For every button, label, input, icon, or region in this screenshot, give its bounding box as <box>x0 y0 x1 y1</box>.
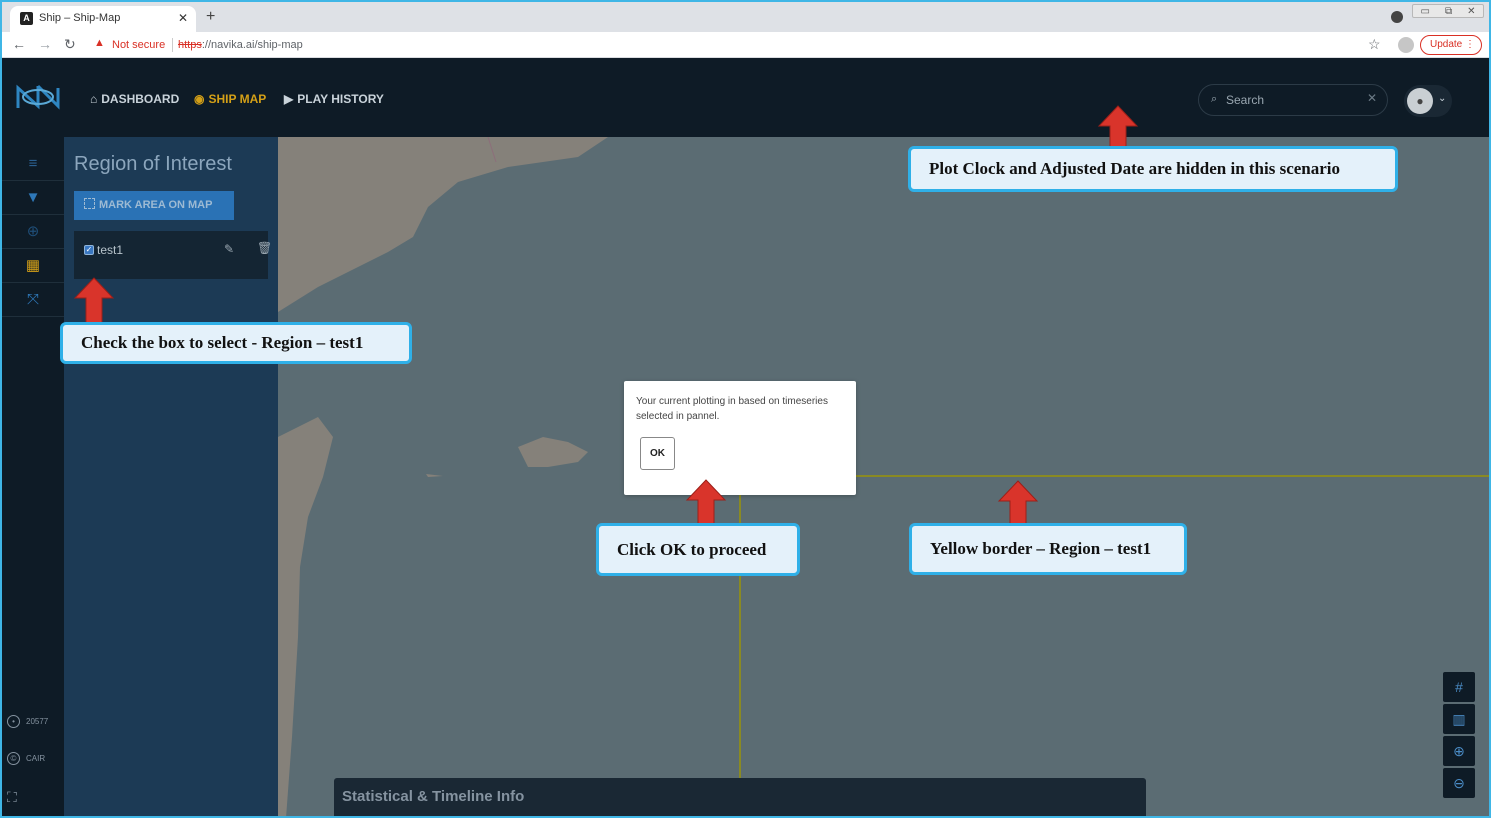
ship-counter: • 20577 <box>7 715 48 728</box>
nav-ship-map[interactable]: ◉ SHIP MAP <box>194 92 266 106</box>
zoom-out-icon[interactable]: ⊖ <box>1443 768 1475 798</box>
annotation-arrow-check-box <box>73 277 115 327</box>
route-icon[interactable]: ⤧ <box>2 283 64 317</box>
region-row: ✓ test1 ✎ 🗑 <box>74 231 272 279</box>
address-separator <box>172 38 173 52</box>
selection-icon <box>84 198 95 209</box>
tab-close-icon[interactable]: ✕ <box>178 11 188 25</box>
bookmark-star-icon[interactable]: ☆ <box>1368 36 1381 53</box>
nav-ship-map-label: SHIP MAP <box>208 92 267 106</box>
cair-label: CAIR <box>26 754 46 763</box>
new-tab-icon[interactable]: + <box>206 8 215 26</box>
nav-play-history[interactable]: ▶ PLAY HISTORY <box>284 92 384 106</box>
map-landmass <box>278 137 608 816</box>
cair-badge: © CAIR <box>7 752 45 765</box>
ship-count-value: 20577 <box>26 717 49 726</box>
url-scheme: https <box>178 39 202 51</box>
annotation-check-box: Check the box to select - Region – test1 <box>60 322 412 364</box>
arrow-right-icon[interactable]: → <box>38 36 52 52</box>
close-window-icon[interactable]: ✕ <box>1467 6 1475 17</box>
target-icon: ◉ <box>194 92 205 106</box>
crosshair-icon[interactable]: ⊕ <box>2 215 64 249</box>
update-label: Update <box>1430 39 1463 50</box>
navika-logo-icon[interactable] <box>14 82 62 112</box>
region-label: test1 <box>97 243 124 257</box>
minimize-icon[interactable]: ▭ <box>1421 6 1430 17</box>
filter-icon[interactable]: ▼ <box>2 181 64 215</box>
search-icon: ⌕ <box>1211 93 1218 105</box>
warning-icon: ▲ <box>94 37 105 49</box>
fullscreen-icon[interactable]: ⛶ <box>7 789 17 806</box>
copyright-icon: © <box>7 752 20 765</box>
nav-play-history-label: PLAY HISTORY <box>297 92 384 106</box>
window-controls: ▭ ⧉ ✕ <box>1412 4 1484 18</box>
plotting-dialog: Your current plotting in based on timese… <box>624 381 856 495</box>
screenshot-frame: A Ship – Ship-Map ✕ + ▭ ⧉ ✕ ← → ↻ ▲ Not … <box>0 0 1491 818</box>
reload-icon[interactable]: ↻ <box>64 36 76 53</box>
top-nav: ⌂ DASHBOARD ◉ SHIP MAP ▶ PLAY HISTORY ⌕ … <box>2 58 1489 137</box>
user-menu[interactable]: ● ⌄ <box>1404 85 1452 117</box>
browser-tab[interactable]: A Ship – Ship-Map ✕ <box>10 6 196 32</box>
chrome-download-icon[interactable] <box>1391 11 1403 23</box>
avatar: ● <box>1407 88 1433 114</box>
app-root: ⌂ DASHBOARD ◉ SHIP MAP ▶ PLAY HISTORY ⌕ … <box>2 58 1489 816</box>
map-layers-icon[interactable]: ▥ <box>1443 704 1475 734</box>
angular-favicon-icon: A <box>20 12 33 25</box>
menu-icon[interactable]: ≡ <box>2 147 64 181</box>
nav-dashboard[interactable]: ⌂ DASHBOARD <box>90 92 179 106</box>
region-icon[interactable]: ▦ <box>2 249 64 283</box>
statistical-timeline-panel[interactable]: Statistical & Timeline Info <box>334 778 1146 816</box>
annotation-yellow-border: Yellow border – Region – test1 <box>909 523 1187 575</box>
mark-area-label: MARK AREA ON MAP <box>99 199 213 211</box>
not-secure-label[interactable]: Not secure <box>112 39 165 51</box>
ship-count-icon: • <box>7 715 20 728</box>
nav-dashboard-label: DASHBOARD <box>101 92 180 106</box>
profile-icon[interactable] <box>1398 37 1414 53</box>
region-checkbox[interactable]: ✓ <box>84 245 94 255</box>
restore-icon[interactable]: ⧉ <box>1445 6 1452 17</box>
clear-search-icon[interactable]: ✕ <box>1367 91 1377 105</box>
map-tools: # ▥ ⊕ ⊖ <box>1443 672 1475 800</box>
home-icon: ⌂ <box>90 92 98 106</box>
browser-tab-bar: A Ship – Ship-Map ✕ + ▭ ⧉ ✕ <box>2 2 1489 32</box>
annotation-plot-clock: Plot Clock and Adjusted Date are hidden … <box>908 146 1398 192</box>
pencil-icon[interactable]: ✎ <box>224 242 234 256</box>
region-of-interest-panel: Region of Interest MARK AREA ON MAP ✓ te… <box>64 137 278 816</box>
ok-button[interactable]: OK <box>640 437 675 470</box>
annotation-click-ok: Click OK to proceed <box>596 523 800 576</box>
grid-icon[interactable]: # <box>1443 672 1475 702</box>
left-sidebar: ≡ ▼ ⊕ ▦ ⤧ • 20577 © CAIR ⛶ <box>2 137 64 816</box>
map-canvas[interactable] <box>278 137 1489 816</box>
stats-title: Statistical & Timeline Info <box>342 788 525 805</box>
zoom-in-icon[interactable]: ⊕ <box>1443 736 1475 766</box>
address-bar: ← → ↻ ▲ Not secure https://navika.ai/shi… <box>2 32 1489 58</box>
search-input[interactable]: ⌕ Search ✕ <box>1198 84 1388 116</box>
panel-title: Region of Interest <box>74 153 232 175</box>
url-field[interactable]: https://navika.ai/ship-map <box>178 39 303 51</box>
arrow-left-icon[interactable]: ← <box>12 36 26 52</box>
mark-area-button[interactable]: MARK AREA ON MAP <box>74 191 234 220</box>
play-icon: ▶ <box>284 92 294 106</box>
tab-title: Ship – Ship-Map <box>39 12 121 24</box>
update-button[interactable]: Update ⋮ <box>1420 35 1482 55</box>
dialog-message: Your current plotting in based on timese… <box>636 396 828 422</box>
chevron-down-icon: ⌄ <box>1438 93 1447 104</box>
url-path: ://navika.ai/ship-map <box>201 39 303 51</box>
search-placeholder: Search <box>1226 93 1265 107</box>
trash-icon[interactable]: 🗑 <box>257 241 272 255</box>
